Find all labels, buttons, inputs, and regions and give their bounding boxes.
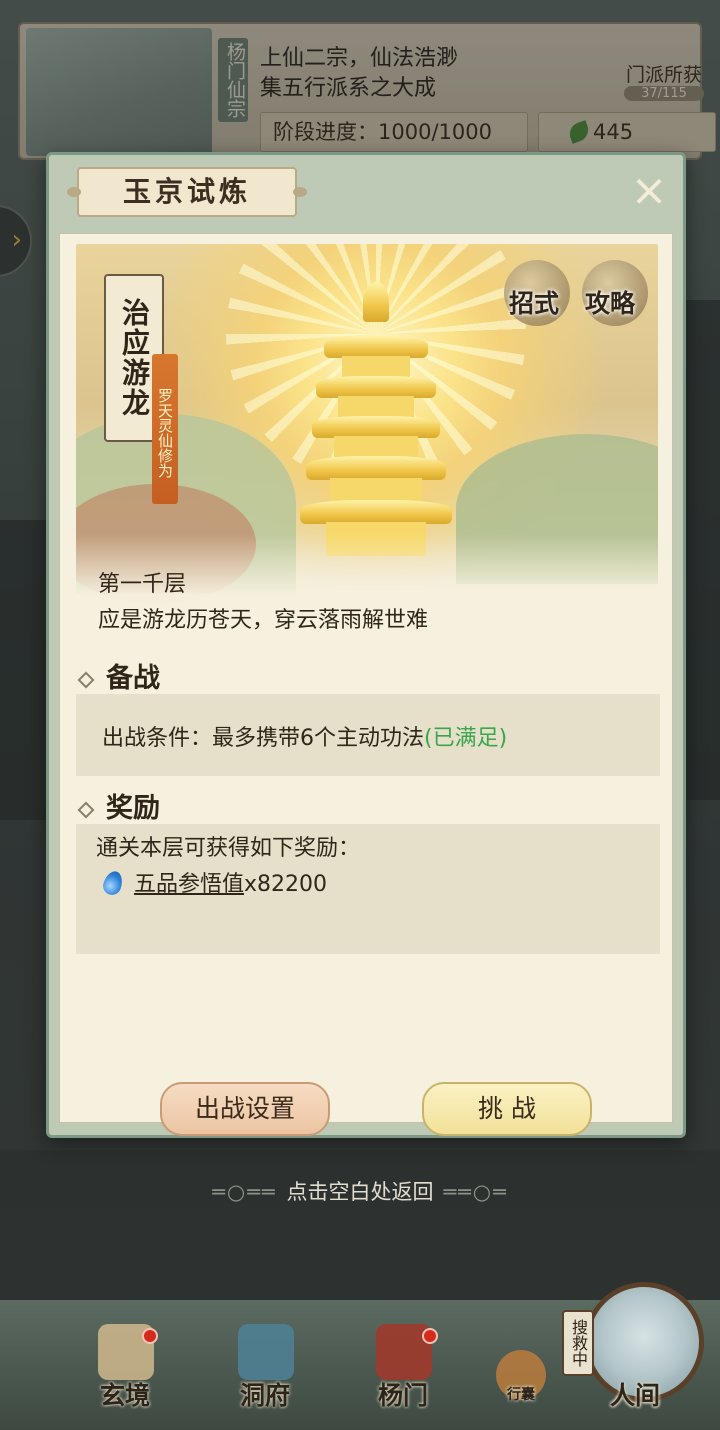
diamond-icon	[77, 801, 95, 818]
floor-banner: 治应游龙 罗天灵仙修为 招式 攻略 第一千层 应是游龙历苍天，穿云落雨解世难	[76, 244, 658, 644]
search-rescue-tag[interactable]: 搜救中	[562, 1310, 594, 1376]
diamond-icon	[77, 671, 95, 688]
guide-button[interactable]: 攻略	[570, 284, 650, 320]
dialog-title: 玉京试炼	[67, 167, 307, 217]
floor-description: 应是游龙历苍天，穿云落雨解世难	[98, 608, 429, 633]
nav-item-renjian-label[interactable]: 人间	[580, 1376, 690, 1412]
reward-item[interactable]: 五品参悟值x82200	[100, 866, 328, 898]
reward-item-count: x82200	[244, 872, 328, 897]
trial-dialog: 玉京试炼 × 治应游龙 罗天灵仙修为 招式 攻略 第一千层 应是游龙历苍天，穿云…	[46, 152, 686, 1138]
close-icon[interactable]: ×	[627, 169, 671, 215]
notification-dot	[422, 1328, 438, 1344]
reward-box: 通关本层可获得如下奖励： 五品参悟值x82200	[76, 824, 660, 954]
water-drop-icon	[100, 868, 126, 898]
dialog-content: 治应游龙 罗天灵仙修为 招式 攻略 第一千层 应是游龙历苍天，穿云落雨解世难 备…	[59, 233, 673, 1136]
challenge-button[interactable]: 挑 战	[422, 1082, 592, 1136]
moves-button[interactable]: 招式	[494, 284, 574, 320]
floor-name: 第一千层	[98, 572, 187, 597]
nav-item-xuanjing[interactable]: 玄境	[70, 1300, 180, 1430]
prepare-section-title: 备战	[77, 656, 160, 695]
reward-item-name[interactable]: 五品参悟值	[134, 872, 244, 897]
pavilion-icon	[238, 1324, 294, 1380]
battle-setting-button[interactable]: 出战设置	[160, 1082, 330, 1136]
nav-item-bag[interactable]: 行囊	[466, 1300, 576, 1430]
prepare-box: 出战条件：最多携带6个主动功法(已满足)	[76, 694, 660, 776]
reward-intro: 通关本层可获得如下奖励：	[96, 836, 361, 861]
reward-section-title: 奖励	[77, 786, 160, 825]
battle-condition: 出战条件：最多携带6个主动功法(已满足)	[102, 726, 508, 751]
condition-status: (已满足)	[424, 726, 508, 751]
realm-tag: 罗天灵仙修为	[152, 354, 178, 504]
nav-item-yangmen[interactable]: 杨门	[348, 1300, 458, 1430]
notification-dot	[142, 1328, 158, 1344]
tap-blank-to-return[interactable]: ═○══ 点击空白处返回 ══○═	[0, 1176, 720, 1206]
nav-item-dongfu[interactable]: 洞府	[210, 1300, 320, 1430]
